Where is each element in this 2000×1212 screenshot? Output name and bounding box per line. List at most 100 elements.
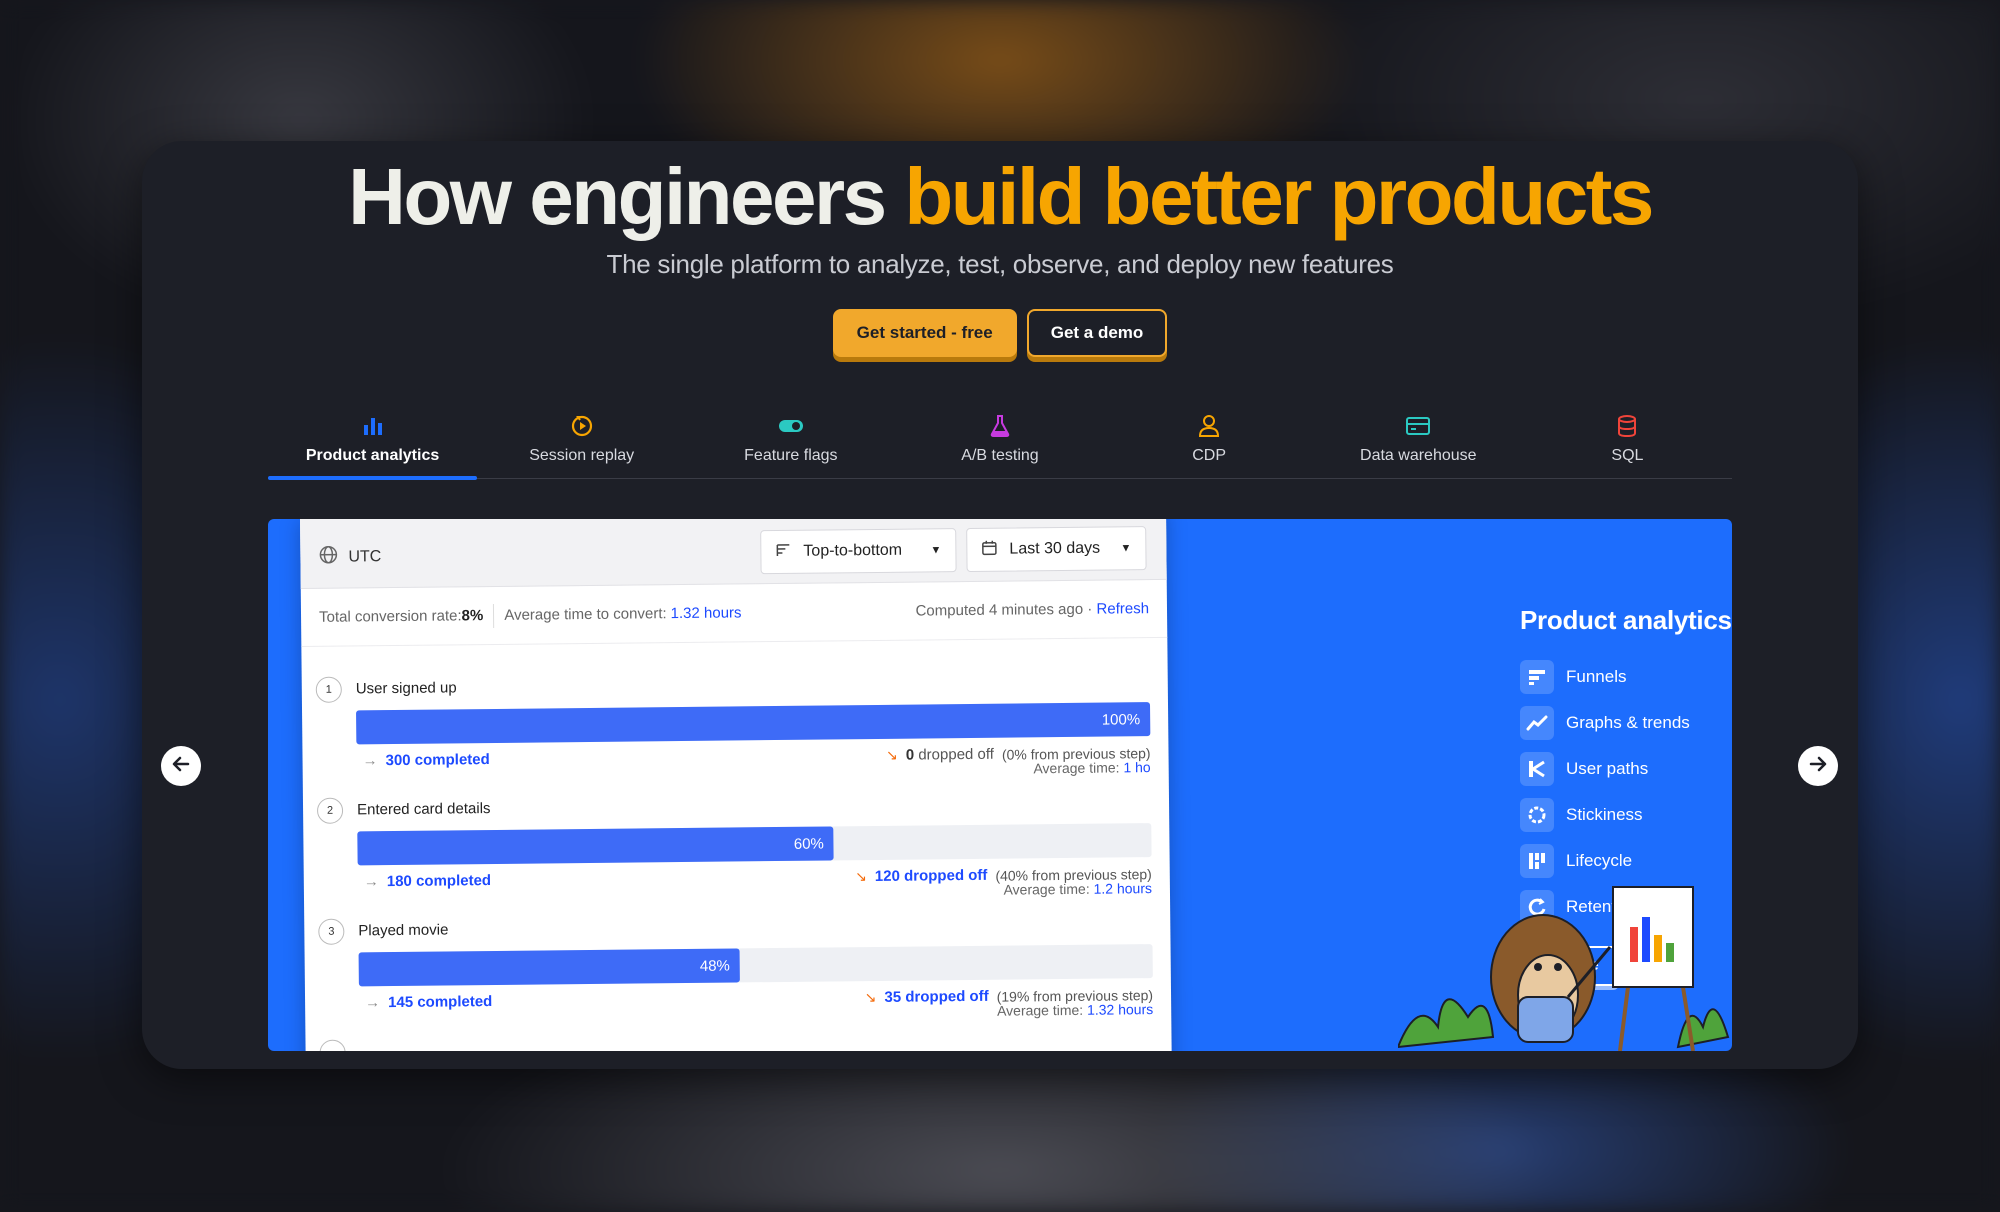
step-percent: 48%	[699, 957, 730, 975]
completed-count: 300 completed	[385, 751, 490, 770]
step-name: User signed up	[355, 679, 457, 698]
step-name: Played movie	[358, 921, 449, 940]
arrow-right-icon	[1807, 753, 1829, 780]
product-tabs: Product analytics Session replay Feature…	[268, 403, 1732, 480]
dropped-count: 35 dropped off	[884, 987, 989, 1006]
tab-label: SQL	[1611, 447, 1644, 464]
dropped-count: 120 dropped off	[874, 866, 988, 885]
panel-title: Product analytics	[1520, 605, 1732, 635]
arrow-right-icon: →	[362, 752, 378, 770]
feature-label: User paths	[1566, 759, 1649, 778]
tab-label: Session replay	[529, 447, 635, 464]
funnel-icon	[1520, 660, 1554, 694]
headline-plain: How engineers	[348, 152, 905, 241]
tab-sql[interactable]: SQL	[1523, 403, 1732, 478]
product-showcase: UTC Top-to-bottom ▼ Last 30 days ▼ Total…	[268, 519, 1732, 1051]
stickiness-icon	[1520, 798, 1554, 832]
chevron-down-icon: ▼	[930, 544, 942, 557]
step-percent: 100%	[1101, 710, 1141, 729]
step-number: 2	[316, 797, 344, 824]
hero-card: How engineers build better products The …	[142, 141, 1858, 1069]
chevron-down-icon: ▼	[1120, 542, 1132, 555]
date-range-dropdown[interactable]: Last 30 days ▼	[966, 526, 1147, 573]
step-number: 1	[315, 676, 342, 703]
step-percent: 60%	[793, 835, 824, 853]
tab-data-warehouse[interactable]: Data warehouse	[1314, 403, 1523, 478]
arrow-down-right-icon: ↘	[855, 868, 867, 885]
step-completed[interactable]: → 180 completed	[364, 872, 491, 890]
tab-product-analytics[interactable]: Product analytics	[268, 403, 478, 480]
order-icon	[775, 541, 791, 562]
feature-label: Stickiness	[1566, 805, 1643, 824]
calendar-icon	[981, 539, 997, 560]
feature-item-graphs-trends[interactable]: Graphs & trends	[1520, 700, 1732, 746]
feature-item-funnels[interactable]: Funnels	[1520, 654, 1732, 700]
tab-ab-testing[interactable]: A/B testing	[895, 403, 1104, 478]
step-completed[interactable]: → 300 completed	[362, 751, 489, 769]
arrow-down-right-icon: ↘	[885, 746, 898, 763]
arrow-right-icon: →	[363, 873, 379, 891]
completed-count: 180 completed	[386, 872, 492, 891]
tab-label: CDP	[1192, 447, 1227, 464]
step-name: Entered card details	[356, 800, 491, 819]
step-bar-track[interactable]: 60%	[357, 823, 1152, 866]
tab-session-replay[interactable]: Session replay	[477, 403, 686, 478]
order-dropdown[interactable]: Top-to-bottom ▼	[760, 528, 957, 575]
funnel-stats: Total conversion rate: 8% Average time t…	[300, 579, 1168, 647]
completed-count: 145 completed	[388, 993, 493, 1012]
divider	[493, 603, 495, 628]
bar-chart-icon	[360, 413, 386, 439]
step-bar-fill: 60%	[357, 826, 835, 866]
arrow-right-icon: →	[365, 994, 381, 1012]
subheadline: The single platform to analyze, test, ob…	[606, 249, 1394, 279]
step-bar-fill: 100%	[356, 702, 1151, 745]
hedgehog-presenter-illustration	[1398, 886, 1730, 1051]
step-bar-track[interactable]: 100%	[356, 702, 1151, 745]
carousel-next-button[interactable]	[1798, 746, 1838, 786]
total-conversion-label: Total conversion rate:	[318, 607, 462, 626]
tab-label: A/B testing	[961, 447, 1039, 464]
total-conversion-value: 8%	[461, 607, 484, 625]
computed-text: Computed 4 minutes ago ·	[915, 600, 1097, 620]
tab-label: Feature flags	[744, 447, 838, 464]
paths-icon	[1520, 752, 1554, 786]
step-number	[319, 1039, 346, 1051]
funnel-steps: 1 User signed up 100% → 300 completed ↘ …	[301, 638, 1171, 1051]
replay-icon	[569, 413, 595, 439]
step-bar-track[interactable]: 48%	[358, 944, 1153, 987]
globe-icon	[318, 545, 338, 570]
step-bar-fill: 48%	[358, 948, 741, 987]
feature-item-stickiness[interactable]: Stickiness	[1520, 792, 1732, 838]
arrow-left-icon	[170, 753, 192, 780]
order-dropdown-value: Top-to-bottom	[803, 541, 903, 560]
tab-cdp[interactable]: CDP	[1105, 403, 1314, 478]
dropped-count: 0 dropped off	[905, 745, 995, 764]
avg-time-label: Average time to convert:	[504, 605, 667, 624]
date-dropdown-value: Last 30 days	[1009, 539, 1101, 558]
feature-label: Graphs & trends	[1566, 713, 1690, 732]
funnel-screenshot: UTC Top-to-bottom ▼ Last 30 days ▼ Total…	[300, 519, 1172, 1051]
flask-icon	[987, 413, 1013, 439]
tab-label: Product analytics	[305, 447, 440, 464]
get-demo-button[interactable]: Get a demo	[1026, 309, 1168, 357]
headline-accent: build better products	[904, 152, 1654, 241]
database-icon	[1614, 413, 1640, 439]
feature-label: Funnels	[1566, 667, 1627, 686]
tab-feature-flags[interactable]: Feature flags	[686, 403, 895, 478]
person-icon	[1196, 413, 1222, 439]
trend-icon	[1520, 706, 1554, 740]
tab-label: Data warehouse	[1360, 447, 1477, 464]
get-started-button[interactable]: Get started - free	[832, 309, 1017, 357]
feature-label: Lifecycle	[1566, 851, 1633, 870]
funnel-toolbar: UTC Top-to-bottom ▼ Last 30 days ▼	[300, 519, 1167, 589]
warehouse-icon	[1405, 413, 1431, 439]
computed-status: Computed 4 minutes ago · Refresh	[915, 600, 1149, 619]
arrow-down-right-icon: ↘	[864, 988, 877, 1006]
carousel-prev-button[interactable]	[161, 746, 201, 786]
refresh-link[interactable]: Refresh	[1096, 600, 1149, 618]
avg-time-value: 1.32 hours	[670, 604, 742, 623]
feature-item-user-paths[interactable]: User paths	[1520, 746, 1732, 792]
step-completed[interactable]: → 145 completed	[365, 993, 492, 1011]
headline: How engineers build better products	[142, 151, 1858, 243]
timezone-indicator[interactable]: UTC	[318, 544, 381, 570]
